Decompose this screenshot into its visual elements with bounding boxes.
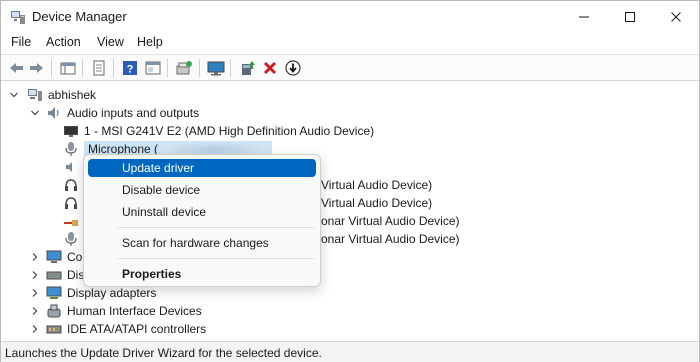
help-icon[interactable]: ? (121, 59, 139, 77)
computer-icon (27, 87, 43, 103)
status-bar: Launches the Update Driver Wizard for th… (1, 341, 699, 362)
toolbar-separator (167, 59, 168, 77)
collapse-chevron-icon[interactable] (30, 108, 40, 118)
back-arrow-icon[interactable] (7, 59, 25, 77)
toolbar-separator (113, 59, 114, 77)
category-audio-label: Audio inputs and outputs (67, 106, 200, 120)
svg-text:?: ? (127, 64, 134, 76)
speaker-icon (46, 105, 62, 121)
tree-device-monitor-audio[interactable]: 1 - MSI G241V E2 (AMD High Definition Au… (63, 122, 374, 140)
toolbar-separator (230, 59, 231, 77)
maximize-icon (625, 12, 635, 22)
menu-separator (118, 227, 314, 228)
menu-view[interactable]: View (97, 35, 124, 49)
tree-device-audio-6[interactable] (63, 230, 79, 248)
device-label-tail: Virtual Audio Device) (321, 194, 432, 212)
tree-category-audio[interactable]: Audio inputs and outputs (46, 104, 199, 122)
maximize-button[interactable] (607, 1, 653, 33)
menu-properties[interactable]: Properties (88, 265, 316, 283)
device-label: 1 - MSI G241V E2 (AMD High Definition Au… (84, 124, 375, 138)
device-label-tail: Virtual Audio Device) (321, 176, 432, 194)
microphone-icon (63, 231, 79, 247)
headphones-icon (63, 195, 79, 211)
toolbar: ? (1, 54, 699, 81)
menu-uninstall-device[interactable]: Uninstall device (88, 203, 316, 221)
tree-category-ide[interactable]: IDE ATA/ATAPI controllers (46, 320, 206, 338)
menu-bar: File Action View Help (1, 33, 699, 53)
tree-device-audio-3[interactable] (63, 176, 79, 194)
minimize-icon (579, 16, 589, 18)
device-manager-app-icon (10, 9, 26, 25)
update-driver-icon[interactable] (239, 59, 257, 77)
menu-file[interactable]: File (11, 35, 31, 49)
expand-chevron-icon[interactable] (30, 324, 40, 334)
minimize-button[interactable] (561, 1, 607, 33)
expand-chevron-icon[interactable] (30, 306, 40, 316)
properties-icon[interactable] (90, 59, 108, 77)
status-text: Launches the Update Driver Wizard for th… (5, 346, 322, 360)
tree-device-audio-4[interactable] (63, 194, 79, 212)
title-bar: Device Manager (1, 1, 699, 33)
device-label-tail-text: Virtual Audio Device) (321, 178, 433, 192)
device-label-tail-text: onar Virtual Audio Device) (321, 232, 460, 246)
menu-help[interactable]: Help (137, 35, 163, 49)
speaker-device-icon (63, 159, 79, 175)
expand-chevron-icon[interactable] (30, 252, 40, 262)
expand-chevron-icon[interactable] (30, 270, 40, 280)
scan-hardware-icon[interactable] (175, 59, 193, 77)
forward-arrow-icon[interactable] (28, 59, 46, 77)
tree-device-audio-2[interactable] (63, 158, 79, 176)
device-label-tail-text: onar Virtual Audio Device) (321, 214, 460, 228)
menu-separator (118, 258, 314, 259)
device-label-tail: onar Virtual Audio Device) (321, 230, 460, 248)
show-hide-console-tree-icon[interactable] (59, 59, 77, 77)
action-pane-icon[interactable] (144, 59, 162, 77)
hid-icon (46, 303, 62, 319)
context-menu: Update driver Disable device Uninstall d… (83, 154, 321, 287)
disk-drive-icon (46, 267, 62, 283)
window-title: Device Manager (32, 9, 127, 24)
menu-update-driver[interactable]: Update driver (88, 159, 316, 177)
menu-scan-hardware[interactable]: Scan for hardware changes (88, 234, 316, 252)
ide-controller-icon (46, 321, 62, 337)
monitor-device-icon (63, 123, 79, 139)
disable-device-icon[interactable] (284, 59, 302, 77)
toolbar-separator (199, 59, 200, 77)
close-button[interactable] (653, 1, 699, 33)
toolbar-separator (51, 59, 52, 77)
expand-chevron-icon[interactable] (30, 288, 40, 298)
device-manager-window: Device Manager File Action View Help ? a… (0, 0, 700, 362)
category-display-label: Display adapters (67, 286, 157, 300)
menu-action[interactable]: Action (46, 35, 81, 49)
uninstall-device-icon[interactable] (261, 59, 279, 77)
category-hid-label: Human Interface Devices (67, 304, 202, 318)
tree-category-hid[interactable]: Human Interface Devices (46, 302, 202, 320)
tree-root[interactable]: abhishek (27, 86, 96, 104)
close-icon (671, 12, 681, 22)
device-label-tail-text: Virtual Audio Device) (321, 196, 433, 210)
headphones-icon (63, 177, 79, 193)
microphone-icon (63, 141, 79, 157)
computer-category-icon (46, 249, 62, 265)
root-label: abhishek (48, 88, 97, 102)
collapse-chevron-icon[interactable] (9, 90, 19, 100)
display-adapter-icon (46, 285, 62, 301)
category-ide-label: IDE ATA/ATAPI controllers (67, 322, 207, 336)
toolbar-separator (82, 59, 83, 77)
device-label-tail: onar Virtual Audio Device) (321, 212, 460, 230)
menu-disable-device[interactable]: Disable device (88, 181, 316, 199)
monitor-icon[interactable] (207, 59, 225, 77)
audio-cable-icon (63, 213, 79, 229)
tree-device-audio-5[interactable] (63, 212, 79, 230)
